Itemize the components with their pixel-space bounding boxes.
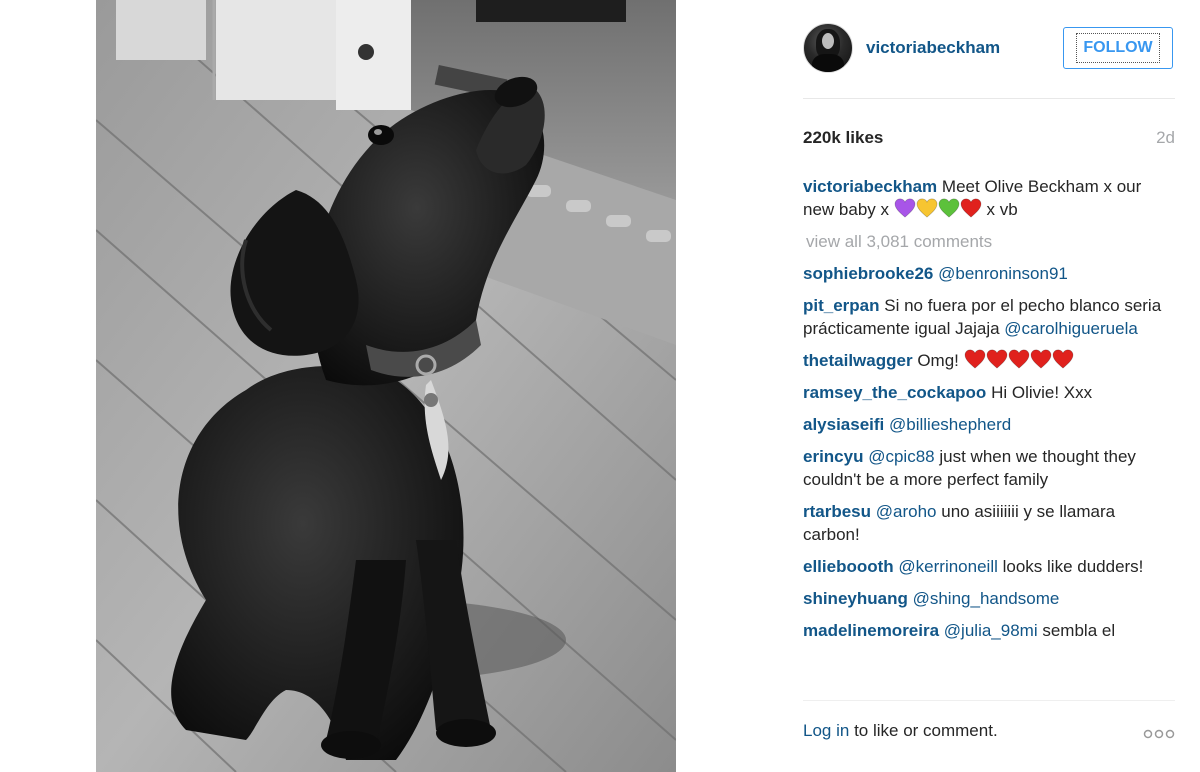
comment-author[interactable]: ramsey_the_cockapoo <box>803 383 986 402</box>
comment-mention[interactable]: @benroninson91 <box>938 264 1068 283</box>
comment-author[interactable]: pit_erpan <box>803 296 880 315</box>
caption: victoriabeckham Meet Olive Beckham x our… <box>803 175 1175 221</box>
comment-item: erincyu @cpic88 just when we thought the… <box>803 445 1175 491</box>
comment-text: looks like dudders! <box>1002 557 1144 576</box>
caption-suffix: x vb <box>986 200 1018 219</box>
ellipsis-icon <box>1143 729 1175 739</box>
login-text: to like or comment. <box>854 721 998 740</box>
comment-mention[interactable]: @carolhigueruela <box>1004 319 1138 338</box>
red-heart-icon <box>986 349 1007 369</box>
comment-item: ramsey_the_cockapoo Hi Olivie! Xxx <box>803 381 1175 404</box>
more-options-button[interactable] <box>1143 727 1175 739</box>
comment-item: pit_erpan Si no fuera por el pecho blanc… <box>803 294 1175 340</box>
red-heart-icon <box>1052 349 1073 369</box>
comment-author[interactable]: thetailwagger <box>803 351 913 370</box>
caption-author[interactable]: victoriabeckham <box>803 177 937 196</box>
avatar-body <box>812 54 844 72</box>
comments-list[interactable]: victoriabeckham Meet Olive Beckham x our… <box>803 175 1175 685</box>
red-heart-icon <box>1008 349 1029 369</box>
view-all-comments-link[interactable]: view all 3,081 comments <box>806 230 1175 253</box>
comment-author[interactable]: alysiaseifi <box>803 415 884 434</box>
green-heart-icon <box>938 198 960 218</box>
login-prompt: Log in to like or comment. <box>803 721 998 741</box>
comment-entries: sophiebrooke26 @benroninson91 pit_erpan … <box>803 262 1175 642</box>
comment-mention[interactable]: @shing_handsome <box>913 589 1060 608</box>
comment-item: shineyhuang @shing_handsome <box>803 587 1175 610</box>
comment-item: rtarbesu @aroho uno asiiiiiii y se llama… <box>803 500 1175 546</box>
comment-author[interactable]: shineyhuang <box>803 589 908 608</box>
comment-item: thetailwagger Omg! <box>803 349 1175 372</box>
comment-author[interactable]: ellieboooth <box>803 557 894 576</box>
caption-emoji <box>894 198 982 219</box>
comment-item: ellieboooth @kerrinoneill looks like dud… <box>803 555 1175 578</box>
post-header: victoriabeckham FOLLOW <box>803 23 1175 75</box>
comment-mention[interactable]: @julia_98mi <box>944 621 1038 640</box>
post-photo[interactable] <box>96 0 676 772</box>
avatar-face <box>822 33 834 49</box>
red-heart-icon <box>964 349 985 369</box>
author-username[interactable]: victoriabeckham <box>866 38 1000 58</box>
comment-item: alysiaseifi @billieshepherd <box>803 413 1175 436</box>
avatar[interactable] <box>803 23 853 73</box>
comment-mention[interactable]: @billieshepherd <box>889 415 1011 434</box>
comment-item: madelinemoreira @julia_98mi sembla el <box>803 619 1175 642</box>
comment-author[interactable]: madelinemoreira <box>803 621 939 640</box>
login-link[interactable]: Log in <box>803 721 849 740</box>
follow-button-label: FOLLOW <box>1076 33 1160 63</box>
like-count[interactable]: 220k likes <box>803 128 883 148</box>
comment-mention[interactable]: @kerrinoneill <box>898 557 997 576</box>
comment-author[interactable]: erincyu <box>803 447 863 466</box>
footer-divider <box>803 700 1175 701</box>
comment-text: Hi Olivie! Xxx <box>991 383 1093 402</box>
yellow-heart-icon <box>916 198 938 218</box>
header-divider <box>803 98 1175 99</box>
red-heart-icon <box>960 198 982 218</box>
comment-item: sophiebrooke26 @benroninson91 <box>803 262 1175 285</box>
comment-mention[interactable]: @cpic88 <box>868 447 934 466</box>
follow-button[interactable]: FOLLOW <box>1063 27 1173 69</box>
purple-heart-icon <box>894 198 916 218</box>
comment-author[interactable]: sophiebrooke26 <box>803 264 933 283</box>
comment-text: sembla el <box>1042 621 1116 640</box>
dog-photo-image <box>96 0 676 772</box>
comment-text: Omg! <box>917 351 959 370</box>
comment-author[interactable]: rtarbesu <box>803 502 871 521</box>
comment-mention[interactable]: @aroho <box>876 502 937 521</box>
red-heart-icon <box>1030 349 1051 369</box>
post-age[interactable]: 2d <box>1156 128 1175 148</box>
post-sidebar: victoriabeckham FOLLOW 220k likes 2d vic… <box>803 0 1175 772</box>
